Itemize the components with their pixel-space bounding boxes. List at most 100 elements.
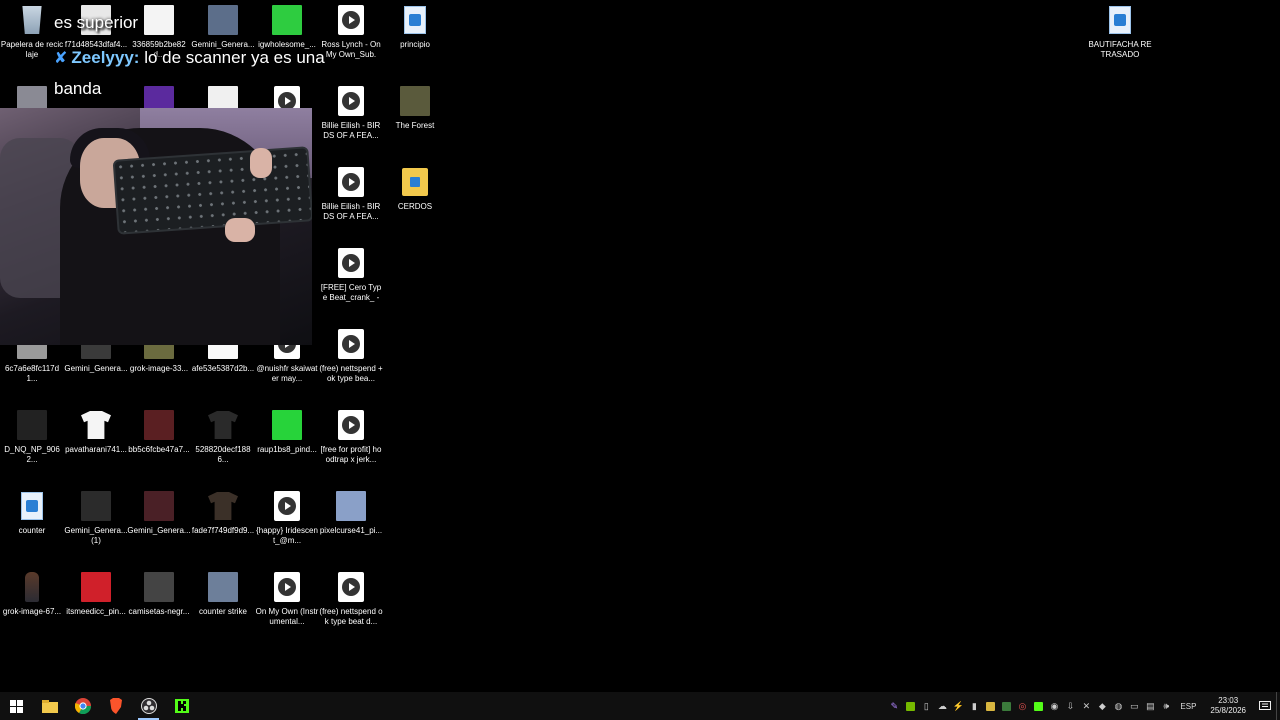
document-icon: [1109, 6, 1131, 34]
desktop-icon[interactable]: raup1bs8_pind...: [255, 405, 319, 479]
show-desktop-button[interactable]: [1276, 692, 1280, 720]
document-icon: [404, 6, 426, 34]
webcam-overlay: [0, 108, 312, 345]
brave-button[interactable]: [99, 692, 132, 720]
chrome-button[interactable]: [66, 692, 99, 720]
kick-button[interactable]: [165, 692, 198, 720]
folder-icon: [41, 699, 58, 713]
obs-button[interactable]: [132, 692, 165, 720]
notifications-icon[interactable]: [1254, 692, 1276, 720]
clock-time: 23:03: [1218, 696, 1239, 705]
desktop-icon-label: counter strike: [198, 607, 248, 616]
desktop-icon-label: fade7f749df9d9...: [191, 526, 255, 535]
desktop-icon[interactable]: Billie Eilish - BIRDS OF A FEA...: [319, 81, 383, 155]
desktop-icon[interactable]: counter: [0, 486, 64, 560]
desktop-icon-label: 528820decf1886...: [195, 445, 251, 464]
cloud-icon[interactable]: ☁: [934, 692, 950, 720]
desktop-icon[interactable]: camisetas-negr...: [127, 567, 191, 641]
desktop-icon[interactable]: Ross Lynch - On My Own_Sub. E...: [319, 0, 383, 74]
taskbar: ✎ ▯ ☁ ⚡ ▮ ◎ ◉ ⇩ ✕ ◆ ◍ ▭ ▤ 🕪 ESP 23:03 25…: [0, 692, 1280, 720]
desktop-icon-label: Ross Lynch - On My Own_Sub. E...: [321, 40, 381, 59]
pen-icon[interactable]: ✎: [886, 692, 902, 720]
desktop-icon-label: grok-image-67...: [2, 607, 62, 616]
desktop-icon[interactable]: BAUTIFACHA RETRASADO: [1088, 0, 1152, 74]
desktop-icon-label: Gemini_Genera...: [64, 364, 128, 373]
desktop-icon-label: [free for profit] hoodtrap x jerk...: [320, 445, 382, 464]
volume-icon[interactable]: 🕪: [1158, 692, 1174, 720]
desktop-icon-label: The Forest: [395, 121, 435, 130]
image-thumbnail-icon: [25, 572, 39, 602]
desktop-icon-label: pavatharani741...: [65, 445, 127, 454]
download-icon[interactable]: ⇩: [1062, 692, 1078, 720]
system-tray: ✎ ▯ ☁ ⚡ ▮ ◎ ◉ ⇩ ✕ ◆ ◍ ▭ ▤ 🕪 ESP 23:03 25…: [886, 692, 1280, 720]
image-thumbnail-icon: [81, 411, 111, 439]
image-thumbnail-icon: [208, 411, 238, 439]
keyboard-image: [112, 146, 312, 235]
image-thumbnail-icon: [208, 492, 238, 520]
desktop-icon[interactable]: fade7f749df9d9...: [191, 486, 255, 560]
chat-username: Zeelyyy:: [71, 48, 140, 67]
desktop-icon[interactable]: bb5c6fcbe47a7...: [127, 405, 191, 479]
desktop-icon[interactable]: The Forest: [383, 81, 447, 155]
media-file-icon: [274, 491, 300, 521]
microphone-icon[interactable]: ▮: [966, 692, 982, 720]
desktop-icon[interactable]: (free) nettspend ok type beat d...: [319, 567, 383, 641]
desktop-icon[interactable]: grok-image-67...: [0, 567, 64, 641]
desktop-icon[interactable]: CERDOS: [383, 162, 447, 236]
desktop-icon[interactable]: (free) nettspend + ok type bea...: [319, 324, 383, 398]
desktop-icon[interactable]: itsmeedicc_pin...: [64, 567, 128, 641]
file-explorer-button[interactable]: [33, 692, 66, 720]
image-thumbnail-icon: [272, 410, 302, 440]
desktop-icon-label: 6c7a6e8fc117d1...: [4, 364, 60, 383]
pin-icon: ✘: [54, 50, 68, 67]
desktop-icon-label: itsmeedicc_pin...: [66, 607, 126, 616]
desktop-icon[interactable]: [free for profit] hoodtrap x jerk...: [319, 405, 383, 479]
desktop-icon[interactable]: {happy} Iridescent_@m...: [255, 486, 319, 560]
desktop-icon[interactable]: On My Own (Instrumental...: [255, 567, 319, 641]
display-icon[interactable]: ▭: [1126, 692, 1142, 720]
image-thumbnail-icon: [208, 572, 238, 602]
desktop-icon-label: raup1bs8_pind...: [257, 445, 317, 454]
language-indicator[interactable]: ESP: [1174, 702, 1202, 711]
network-icon[interactable]: ▤: [1142, 692, 1158, 720]
usb-icon[interactable]: ▯: [918, 692, 934, 720]
xbox-icon[interactable]: ✕: [1078, 692, 1094, 720]
discord-icon[interactable]: ◆: [1094, 692, 1110, 720]
image-thumbnail-icon: [208, 5, 238, 35]
folder-icon: [402, 168, 428, 196]
app-tray-icon[interactable]: [982, 692, 998, 720]
media-file-icon: [338, 329, 364, 359]
record-icon[interactable]: ◎: [1014, 692, 1030, 720]
desktop-icon-label: Billie Eilish - BIRDS OF A FEA...: [321, 202, 381, 221]
kick-tray-icon[interactable]: [1030, 692, 1046, 720]
desktop-icon[interactable]: 528820decf1886...: [191, 405, 255, 479]
kick-icon: [174, 699, 189, 713]
desktop-icon[interactable]: Gemini_Genera...: [127, 486, 191, 560]
desktop-icon[interactable]: pavatharani741...: [64, 405, 128, 479]
desktop-icon[interactable]: pixelcurse41_pi...: [319, 486, 383, 560]
desktop-icon[interactable]: Gemini_Genera... (1): [64, 486, 128, 560]
desktop-icon-label: [FREE] Cero Type Beat_crank_ - I...: [320, 283, 382, 302]
steam-icon[interactable]: ◉: [1046, 692, 1062, 720]
desktop-icon[interactable]: D_NQ_NP_9062...: [0, 405, 64, 479]
media-file-icon: [338, 167, 364, 197]
app-tray-icon-2[interactable]: [998, 692, 1014, 720]
desktop-icon-label: (free) nettspend ok type beat d...: [319, 607, 383, 626]
lightning-icon[interactable]: ⚡: [950, 692, 966, 720]
desktop-icon[interactable]: [FREE] Cero Type Beat_crank_ - I...: [319, 243, 383, 317]
desktop-icon[interactable]: principio: [383, 0, 447, 74]
desktop-icon[interactable]: counter strike: [191, 567, 255, 641]
nvidia-icon[interactable]: [902, 692, 918, 720]
desktop-icon-label: Gemini_Genera... (1): [64, 526, 128, 545]
image-thumbnail-icon: [144, 572, 174, 602]
chat-message: ✘ Zeelyyy: lo de scanner ya es una: [54, 48, 325, 68]
desktop[interactable]: Papelera de reciclaje f71d48543dfaf4... 33…: [0, 0, 1280, 692]
image-thumbnail-icon: [81, 572, 111, 602]
start-button[interactable]: [0, 692, 33, 720]
clock[interactable]: 23:03 25/8/2026: [1202, 696, 1254, 716]
chat-line: es superior: [54, 13, 139, 32]
chrome-tray-icon[interactable]: ◍: [1110, 692, 1126, 720]
desktop-icon-label: bb5c6fcbe47a7...: [128, 445, 190, 454]
desktop-icon[interactable]: Billie Eilish - BIRDS OF A FEA...: [319, 162, 383, 236]
desktop-icon-label: principio: [400, 40, 430, 49]
